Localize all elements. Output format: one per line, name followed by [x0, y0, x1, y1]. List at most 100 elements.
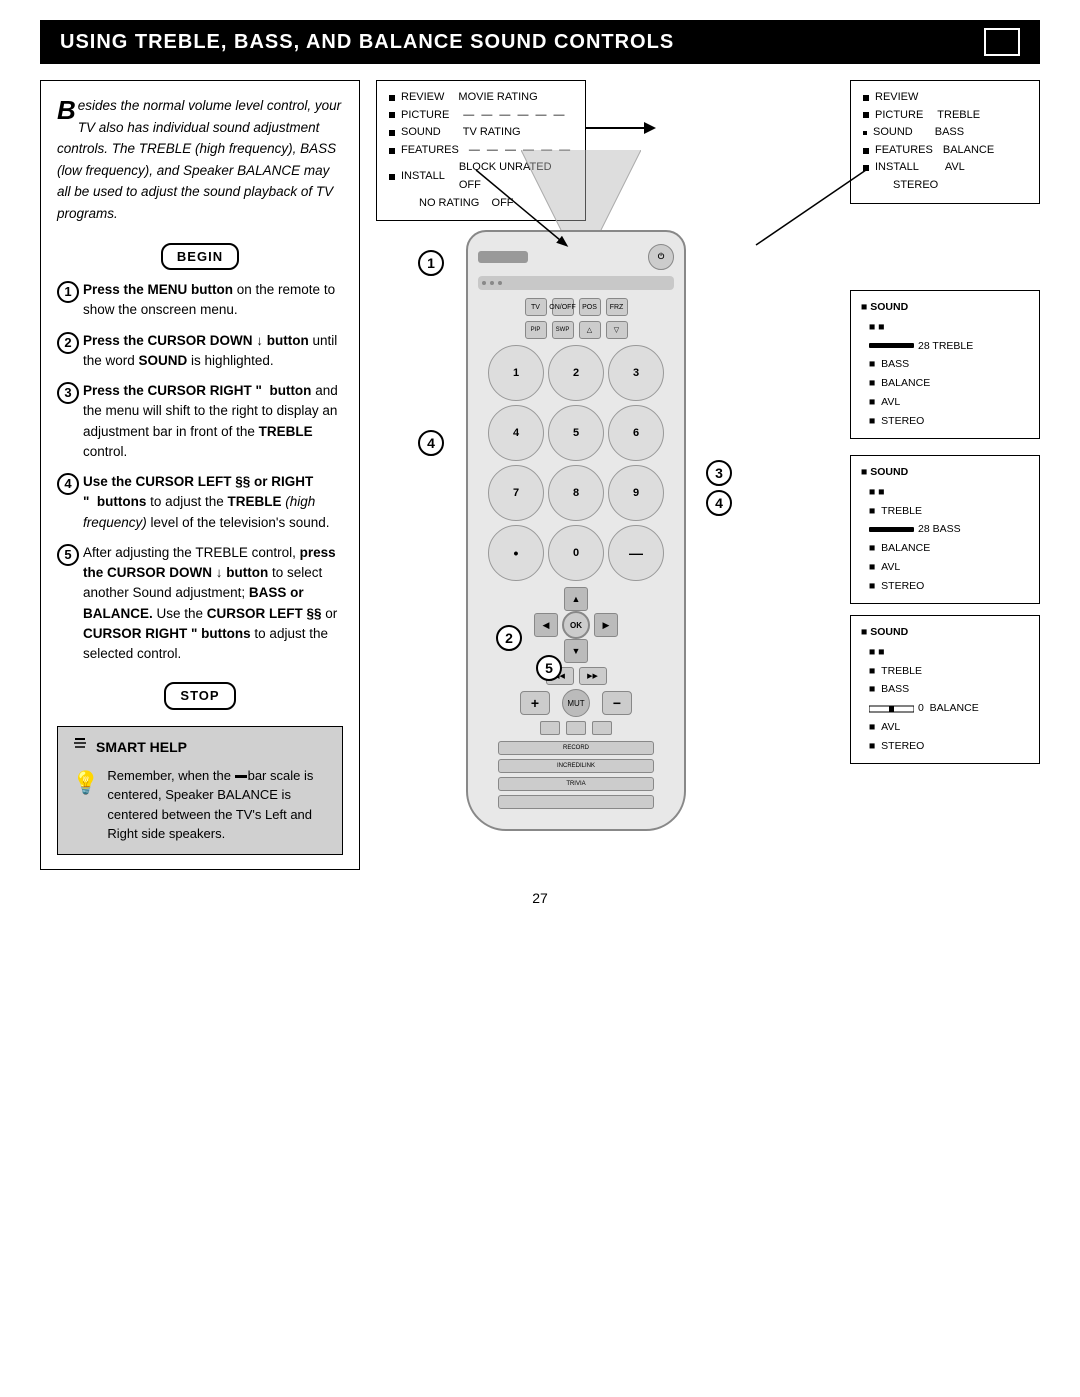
lightbulb-icon: 💡: [72, 766, 99, 799]
menu3-stereo: ■ STEREO: [869, 413, 1029, 430]
drop-cap: B: [57, 97, 76, 123]
position-btn[interactable]: POS: [579, 298, 601, 316]
step-3-content: Press the CURSOR RIGHT " button and the …: [83, 381, 343, 462]
header-box: [984, 28, 1020, 56]
menu4-sound-label: ■ SOUND: [861, 464, 1029, 481]
left-panel: B esides the normal volume level control…: [40, 80, 360, 870]
incredilink-btn[interactable]: INCREDILINK: [498, 759, 655, 773]
vol-minus-btn[interactable]: −: [602, 691, 632, 715]
remote-media-controls: ◀◀ ▶▶: [478, 667, 674, 685]
small-btn-2[interactable]: [566, 721, 586, 735]
menu-box-3: ■ SOUND ■ ■ 28 TREBLE ■ BASS ■ BALANCE ■…: [850, 290, 1040, 439]
num-2[interactable]: 2: [548, 345, 604, 401]
menu5-avl: ■ AVL: [869, 719, 1029, 736]
step-circle-3: 3: [706, 460, 732, 486]
menu3-bass: ■ BASS: [869, 356, 1029, 373]
num-4[interactable]: 4: [488, 405, 544, 461]
remote-second-row: PIP SWP △ ▽: [478, 321, 674, 339]
main-content: B esides the normal volume level control…: [40, 80, 1040, 870]
step-circle-5: 5: [536, 655, 562, 681]
remote-bottom: RECORD INCREDILINK TRIVIA: [478, 741, 674, 809]
menu3-treble: 28 TREBLE: [869, 338, 1029, 355]
menu2-features: FEATURESBALANCE: [863, 142, 1027, 160]
small-btn-1[interactable]: [540, 721, 560, 735]
step-1-content: Press the MENU button on the remote to s…: [83, 280, 343, 321]
step-circle-4b: 4: [706, 490, 732, 516]
menu3-avl: ■ AVL: [869, 394, 1029, 411]
smart-help-box: Smart Help 💡 Remember, when the bar scal…: [57, 726, 343, 855]
page-title: Using Treble, Bass, and Balance Sound Co…: [60, 31, 674, 54]
remote-top: ⏻: [478, 244, 674, 270]
page-number: 27: [40, 890, 1040, 906]
num-dot[interactable]: •: [488, 525, 544, 581]
step-2-content: Press the CURSOR DOWN ↓ button until the…: [83, 331, 343, 372]
channel-up-btn[interactable]: △: [579, 321, 601, 339]
num-7[interactable]: 7: [488, 465, 544, 521]
channel-down-btn[interactable]: ▽: [606, 321, 628, 339]
extra-btn[interactable]: [498, 795, 655, 809]
num-1[interactable]: 1: [488, 345, 544, 401]
intro-text: B esides the normal volume level control…: [57, 95, 343, 225]
step-3: 3 Press the CURSOR RIGHT " button and th…: [57, 381, 343, 462]
menu3-dots: ■ ■: [869, 319, 1029, 336]
dpad-right[interactable]: ▶: [594, 613, 618, 637]
mute-btn[interactable]: MUT: [562, 689, 590, 717]
pip-btn[interactable]: PIP: [525, 321, 547, 339]
page-header: Using Treble, Bass, and Balance Sound Co…: [40, 20, 1040, 64]
num-8[interactable]: 8: [548, 465, 604, 521]
step-5: 5 After adjusting the TREBLE control, pr…: [57, 543, 343, 665]
menu3-sound-label: ■ SOUND: [861, 299, 1029, 316]
remote-top-buttons: TV ON/OFF POS FRZ: [478, 298, 674, 316]
menu4-avl: ■ AVL: [869, 559, 1029, 576]
menu4-bass: 28 BASS: [869, 521, 1029, 538]
swap-btn[interactable]: SWP: [552, 321, 574, 339]
step-5-content: After adjusting the TREBLE control, pres…: [83, 543, 343, 665]
menu5-sound-label: ■ SOUND: [861, 624, 1029, 641]
vol-plus-btn[interactable]: +: [520, 691, 550, 715]
step-4: 4 Use the CURSOR LEFT §§ or RIGHT " butt…: [57, 472, 343, 533]
step-1-number: 1: [57, 281, 79, 303]
dpad-up[interactable]: ▲: [564, 587, 588, 611]
menu-box-4: ■ SOUND ■ ■ ■ TREBLE 28 BASS ■ BALANCE ■…: [850, 455, 1040, 604]
menu2-review: REVIEW: [863, 89, 1027, 107]
ffwd-btn[interactable]: ▶▶: [579, 667, 607, 685]
tv-btn[interactable]: TV: [525, 298, 547, 316]
step-4-number: 4: [57, 473, 79, 495]
record-btn[interactable]: RECORD: [498, 741, 655, 755]
menu1-picture: PICTURE— — — — — —: [389, 107, 573, 125]
remote-volume-row: + MUT −: [478, 689, 674, 717]
menu5-bass: ■ BASS: [869, 681, 1029, 698]
num-6[interactable]: 6: [608, 405, 664, 461]
on-off-btn[interactable]: ON/OFF: [552, 298, 574, 316]
num-3[interactable]: 3: [608, 345, 664, 401]
dpad-left[interactable]: ◀: [534, 613, 558, 637]
step-3-number: 3: [57, 382, 79, 404]
num-dash[interactable]: —: [608, 525, 664, 581]
step-4-content: Use the CURSOR LEFT §§ or RIGHT " button…: [83, 472, 343, 533]
power-button[interactable]: ⏻: [648, 244, 674, 270]
step-circle-2: 2: [496, 625, 522, 651]
small-btn-3[interactable]: [592, 721, 612, 735]
smart-help-title: Smart Help: [96, 737, 187, 758]
menu3-balance: ■ BALANCE: [869, 375, 1029, 392]
num-0[interactable]: 0: [548, 525, 604, 581]
dpad-down[interactable]: ▼: [564, 639, 588, 663]
step-2-number: 2: [57, 332, 79, 354]
menu5-treble: ■ TREBLE: [869, 663, 1029, 680]
menu-box-2: REVIEW PICTURETREBLE SOUNDBASS FEATURESB…: [850, 80, 1040, 204]
step-circle-4a: 4: [418, 430, 444, 456]
dpad-center[interactable]: OK: [562, 611, 590, 639]
intro-body: esides the normal volume level control, …: [57, 98, 341, 221]
remote-body: ⏻ TV ON/OFF POS FRZ: [466, 230, 686, 831]
remote-brand: [478, 251, 528, 263]
menu4-stereo: ■ STEREO: [869, 578, 1029, 595]
menu4-balance: ■ BALANCE: [869, 540, 1029, 557]
num-5[interactable]: 5: [548, 405, 604, 461]
smart-help-header: Smart Help: [72, 737, 328, 758]
right-panel: REVIEWMOVIE RATING PICTURE— — — — — — SO…: [376, 80, 1040, 870]
freeze-btn[interactable]: FRZ: [606, 298, 628, 316]
funnel-graphic: [521, 150, 641, 233]
num-9[interactable]: 9: [608, 465, 664, 521]
stop-badge: Stop: [164, 682, 235, 710]
trivia-btn[interactable]: TRIVIA: [498, 777, 655, 791]
